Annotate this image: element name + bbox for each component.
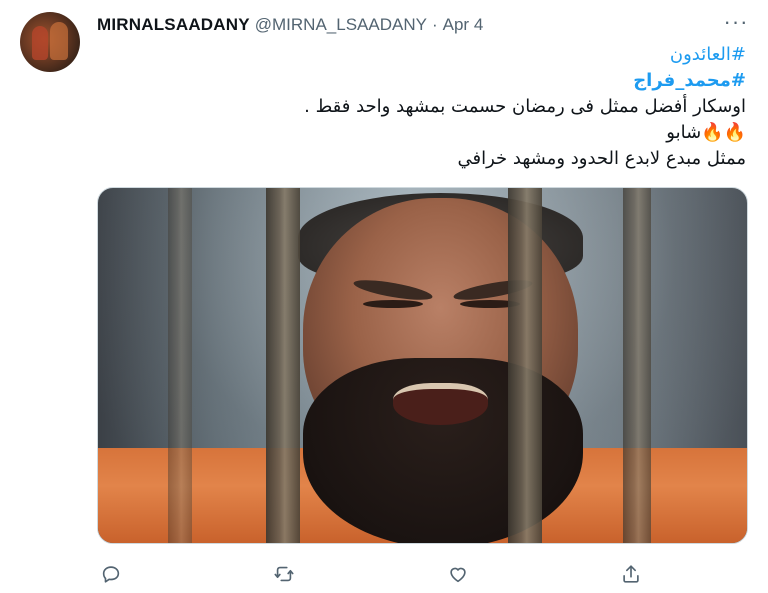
image-eye [363, 300, 423, 308]
image-cell-bar [266, 188, 300, 543]
avatar-figure [50, 22, 68, 60]
tweet-actions [97, 560, 657, 588]
reply-icon [102, 566, 120, 583]
hashtag-link[interactable]: #محمد_فراج [300, 68, 746, 94]
retweet-button[interactable] [270, 560, 298, 588]
hashtag-link[interactable]: #العائدون [300, 42, 746, 68]
like-button[interactable] [444, 560, 472, 588]
share-icon [623, 565, 639, 583]
tweet-date[interactable]: Apr 4 [443, 15, 484, 35]
avatar-figure [32, 26, 48, 60]
tweet-text-line: اوسكار أفضل ممثل فى رمضان حسمت بمشهد واح… [304, 96, 746, 117]
image-cell-bar [623, 188, 651, 543]
tweet-text-line: 🔥🔥شابو [666, 122, 746, 143]
tweet-text: #العائدون #محمد_فراج اوسكار أفضل ممثل فى… [300, 42, 746, 172]
author-handle[interactable]: @MIRNA_LSAADANY [255, 15, 427, 35]
share-button[interactable] [617, 560, 645, 588]
reply-button[interactable] [97, 560, 125, 588]
tweet-text-line: ممثل مبدع لابدع الحدود ومشهد خرافي [457, 148, 746, 169]
retweet-icon [274, 566, 294, 582]
image-cell-bar [508, 188, 542, 543]
image-mouth [393, 383, 488, 425]
tweet-header: MIRNALSAADANY @MIRNA_LSAADANY · Apr 4 [97, 14, 748, 36]
heart-icon [450, 567, 466, 583]
header-separator: · [431, 15, 438, 34]
tweet-media-image[interactable] [97, 187, 748, 544]
image-cell-bar [168, 188, 192, 543]
more-options-icon[interactable]: ··· [724, 10, 748, 34]
author-name[interactable]: MIRNALSAADANY [97, 15, 250, 35]
author-avatar[interactable] [20, 12, 80, 72]
